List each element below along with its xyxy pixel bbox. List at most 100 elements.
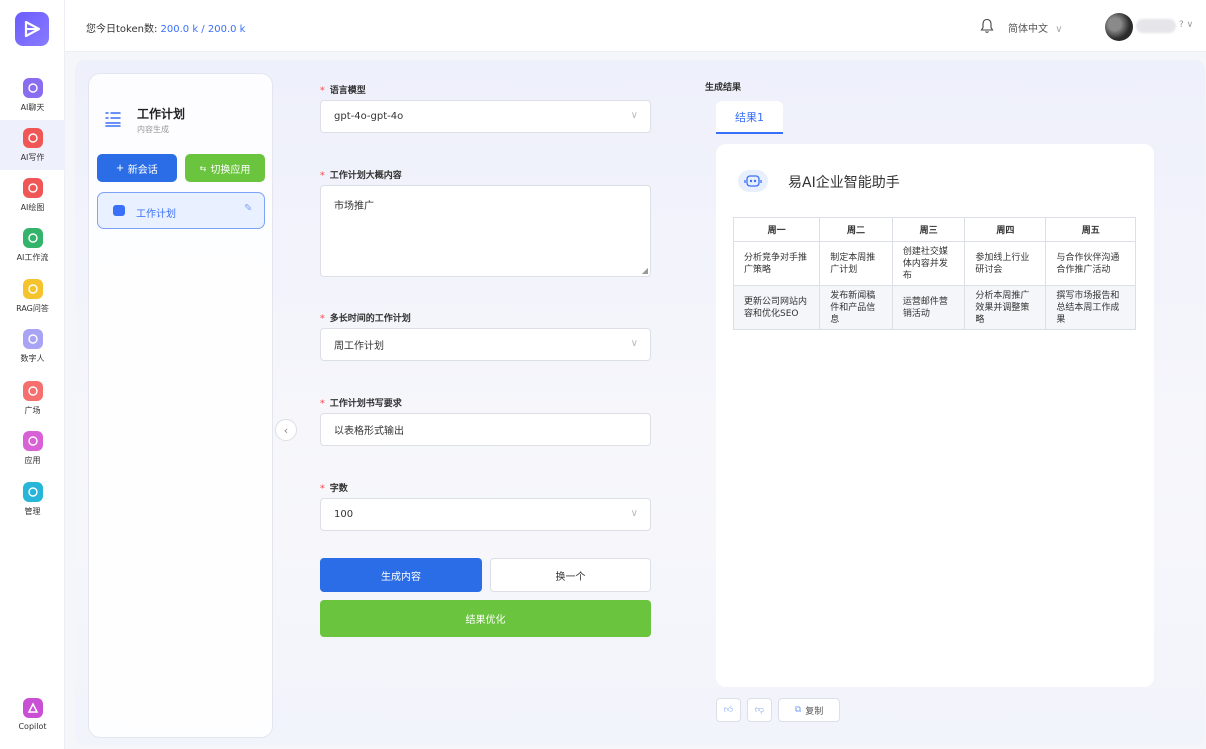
table-cell: 制定本周推广计划	[819, 241, 893, 286]
app-subtitle: 内容生成	[137, 125, 169, 134]
rail-item-apps[interactable]: 应用	[0, 423, 65, 473]
new-session-button[interactable]: + 新会话	[97, 154, 177, 182]
switch-icon: ⇆	[199, 163, 207, 173]
requirement-input[interactable]: 以表格形式输出	[320, 413, 651, 446]
rail-item-digital-human[interactable]: 数字人	[0, 321, 65, 371]
robot-icon	[738, 170, 768, 192]
user-name-blurred[interactable]	[1136, 19, 1176, 33]
manage-icon	[22, 482, 43, 502]
words-value: 100	[334, 509, 354, 520]
new-session-label: 新会话	[127, 164, 158, 176]
token-label: 您今日token数:	[86, 24, 158, 35]
like-button[interactable]: 👍︎	[716, 698, 741, 722]
table-header-row: 周一 周二 周三 周四 周五	[732, 217, 1136, 242]
table-cell: 更新公司网站内容和优化SEO	[732, 285, 821, 330]
session-label: 工作计划	[136, 209, 176, 220]
switch-app-button[interactable]: ⇆ 切换应用	[185, 154, 265, 182]
optimize-button[interactable]: 结果优化	[320, 600, 651, 637]
rail-label: RAG问答	[16, 304, 49, 313]
table-header: 周五	[1045, 217, 1136, 242]
rail-item-workflow[interactable]: AI工作流	[0, 220, 65, 270]
result-label: 生成结果	[705, 83, 742, 93]
rail-item-qa[interactable]: RAG问答	[0, 271, 65, 321]
table-cell: 分析本周推广效果并调整策略	[964, 285, 1047, 330]
table-cell: 与合作伙伴沟通合作推广活动	[1045, 241, 1136, 286]
rail-label: AI工作流	[16, 253, 49, 262]
app-logo[interactable]	[15, 12, 49, 46]
language-selector[interactable]: 简体中文 ∨	[1008, 20, 1063, 35]
table-cell: 撰写市场报告和总结本周工作成果	[1045, 285, 1136, 330]
pen-icon	[22, 128, 43, 148]
rail-item-manage[interactable]: 管理	[0, 474, 65, 524]
token-usage: 您今日token数: 200.0 k / 200.0 k	[86, 20, 245, 35]
requirement-label: * 工作计划书写要求	[320, 399, 402, 409]
table-header: 周一	[732, 217, 821, 242]
brand-name: 易AI企业智能助手	[788, 175, 900, 191]
rail-item-chat[interactable]: AI聊天	[0, 70, 65, 120]
token-value: 200.0 k / 200.0 k	[160, 24, 246, 35]
content-label: * 工作计划大概内容	[320, 171, 402, 181]
thumbs-down-icon: 👎︎	[754, 705, 765, 715]
rail-item-copilot[interactable]: Copilot	[0, 690, 65, 740]
paint-icon	[22, 178, 43, 198]
avatar[interactable]	[1105, 13, 1133, 41]
rail-item-paint[interactable]: AI绘图	[0, 170, 65, 220]
chevron-down-icon: ∨	[630, 338, 638, 349]
table-cell: 参加线上行业研讨会	[964, 241, 1047, 286]
app-panel: 工作计划 内容生成 + 新会话 ⇆ 切换应用 工作计划 ✎ ‹	[88, 73, 297, 738]
model-value: gpt-4o-gpt-4o	[334, 111, 404, 122]
result-tab-1[interactable]: 结果1	[716, 101, 783, 134]
digital-human-icon	[22, 329, 43, 349]
chat-icon	[22, 78, 43, 98]
copy-button[interactable]: ⧉ 复制	[778, 698, 840, 722]
plaza-icon	[22, 381, 43, 401]
plus-icon: +	[116, 160, 124, 175]
copilot-icon	[22, 698, 43, 718]
content-value: 市场推广	[334, 201, 374, 212]
rail-label: AI聊天	[20, 103, 45, 112]
table-cell: 分析竞争对手推广策略	[732, 241, 821, 286]
left-rail: AI聊天 AI写作 AI绘图 AI工作流 RAG问答数字人广场应用管理 Copilot	[0, 0, 65, 749]
bell-icon[interactable]	[980, 18, 994, 34]
content-textarea[interactable]: 市场推广 ◢	[320, 185, 651, 277]
collapse-panel-button[interactable]: ‹	[275, 419, 297, 441]
rail-label: 应用	[24, 456, 41, 465]
app-title: 工作计划	[137, 107, 186, 121]
words-label: * 字数	[320, 484, 348, 494]
rail-label: 数字人	[20, 354, 45, 363]
period-select[interactable]: 周工作计划 ∨	[320, 328, 651, 361]
requirement-value: 以表格形式输出	[334, 426, 404, 437]
rail-item-pen[interactable]: AI写作	[0, 120, 65, 170]
switch-app-label: 切换应用	[210, 164, 251, 176]
model-label: * 语言模型	[320, 86, 366, 96]
edit-icon[interactable]: ✎	[244, 203, 252, 214]
period-value: 周工作计划	[334, 341, 384, 352]
period-label: * 多长时间的工作计划	[320, 314, 411, 324]
chat-bubble-icon	[113, 205, 125, 216]
table-header: 周四	[964, 217, 1047, 242]
model-select[interactable]: gpt-4o-gpt-4o ∨	[320, 100, 651, 133]
copy-icon: ⧉	[794, 705, 802, 715]
thumbs-up-icon: 👍︎	[723, 705, 734, 715]
session-item[interactable]: 工作计划 ✎	[97, 192, 265, 229]
list-icon	[105, 112, 121, 127]
qa-icon	[22, 279, 43, 299]
words-select[interactable]: 100 ∨	[320, 498, 651, 531]
table-row: 分析竞争对手推广策略 制定本周推广计划 创建社交媒体内容并发布 参加线上行业研讨…	[732, 241, 1136, 286]
table-cell: 运营邮件营销活动	[891, 285, 966, 330]
chevron-down-icon: ∨	[630, 110, 638, 121]
user-menu-caret[interactable]: ? ∨	[1179, 20, 1193, 30]
rail-label: AI绘图	[20, 203, 45, 212]
swap-button[interactable]: 换一个	[490, 558, 651, 592]
dislike-button[interactable]: 👎︎	[747, 698, 772, 722]
generate-button[interactable]: 生成内容	[320, 558, 482, 592]
rail-label: 广场	[24, 406, 41, 415]
chevron-down-icon: ∨	[630, 508, 638, 519]
chevron-left-icon: ‹	[283, 423, 289, 437]
logo-icon	[24, 20, 41, 38]
language-label: 简体中文	[1008, 24, 1048, 35]
rail-item-plaza[interactable]: 广场	[0, 373, 65, 423]
table-cell: 发布新闻稿件和产品信息	[819, 285, 893, 330]
resize-grip-icon[interactable]: ◢	[642, 266, 648, 275]
rail-label: AI写作	[20, 153, 45, 162]
